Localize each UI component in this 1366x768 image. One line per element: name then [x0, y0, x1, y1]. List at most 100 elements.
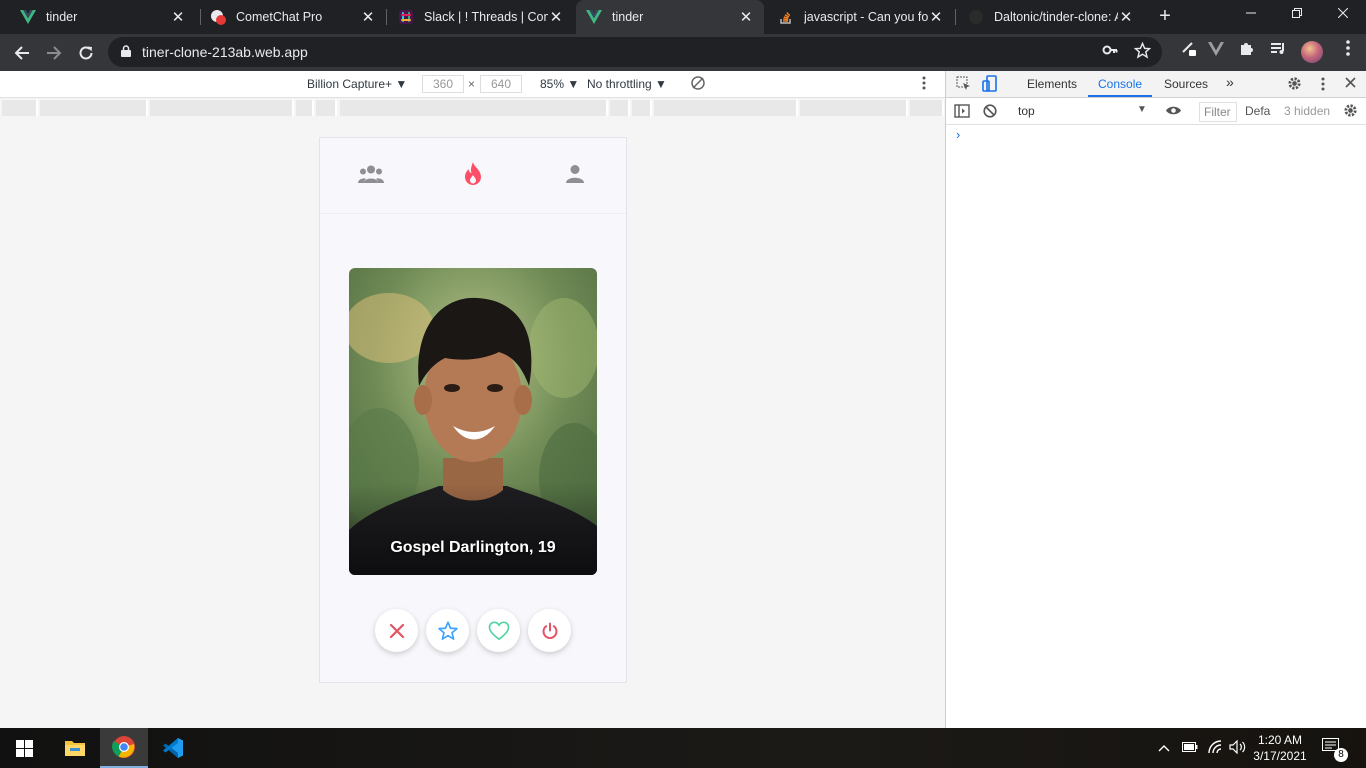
device-toolbar-icon[interactable] — [982, 75, 998, 96]
stackoverflow-icon — [778, 9, 794, 25]
tab-elements[interactable]: Elements — [1027, 77, 1077, 91]
restore-window-button[interactable] — [1274, 0, 1320, 30]
profile-icon[interactable] — [561, 160, 589, 188]
close-tab-icon[interactable]: ✕ — [360, 8, 376, 26]
extension-icon[interactable] — [1176, 40, 1200, 64]
sidebar-toggle-icon[interactable] — [954, 104, 970, 121]
zoom-value: 85% — [540, 77, 565, 91]
device-toolbar-menu-icon[interactable] — [922, 76, 926, 93]
viewport-height-input[interactable]: 640 — [480, 75, 522, 93]
viewport-width-input[interactable]: 360 — [422, 75, 464, 93]
emulated-device-screen: Gospel Darlington, 19 — [319, 137, 627, 683]
forward-button[interactable] — [40, 39, 68, 67]
close-tab-icon[interactable]: ✕ — [548, 8, 564, 26]
show-hidden-icons-icon[interactable] — [1158, 740, 1170, 755]
address-bar[interactable]: tiner-clone-213ab.web.app — [108, 37, 1162, 67]
page-viewport: Billion Capture+ ▼ 360 × 640 85% ▼ No th… — [0, 71, 945, 728]
clock-time: 1:20 AM — [1257, 733, 1303, 747]
throttling-select[interactable]: No throttling ▼ — [587, 77, 667, 91]
slack-icon — [398, 9, 414, 25]
system-clock[interactable]: 1:20 AM 3/17/2021 — [1248, 732, 1312, 764]
url-text: tiner-clone-213ab.web.app — [142, 44, 308, 60]
clock-date: 3/17/2021 — [1253, 749, 1307, 763]
rotate-icon[interactable] — [690, 75, 706, 94]
lock-icon — [121, 45, 131, 57]
tab-title: javascript - Can you for — [804, 10, 928, 24]
app-header — [320, 138, 626, 214]
tab-console[interactable]: Console — [1098, 77, 1142, 91]
browser-tab[interactable]: Daltonic/tinder-clone: A ✕ — [958, 0, 1144, 34]
context-dropdown-icon[interactable]: ▼ — [1137, 104, 1147, 115]
clear-console-icon[interactable] — [983, 104, 997, 121]
more-tabs-icon[interactable]: » — [1226, 74, 1234, 90]
tab-title: Daltonic/tinder-clone: A — [994, 10, 1118, 24]
tab-sources[interactable]: Sources — [1164, 77, 1208, 91]
log-levels-select[interactable]: Defa — [1245, 104, 1270, 118]
console-prompt[interactable]: › — [956, 127, 960, 142]
profile-name: Gospel Darlington, 19 — [390, 539, 556, 556]
profile-card[interactable]: Gospel Darlington, 19 — [349, 268, 597, 575]
close-devtools-icon[interactable] — [1345, 77, 1356, 91]
browser-tab[interactable]: javascript - Can you for ✕ — [768, 0, 954, 34]
wifi-icon[interactable] — [1207, 740, 1223, 757]
console-settings-gear-icon[interactable] — [1343, 103, 1358, 121]
close-window-button[interactable] — [1320, 0, 1366, 30]
like-button[interactable] — [477, 609, 520, 652]
close-icon — [389, 623, 404, 638]
windows-start-icon[interactable] — [0, 728, 48, 768]
media-playlist-icon[interactable] — [1266, 40, 1290, 64]
github-icon — [968, 9, 984, 25]
browser-tab[interactable]: tinder ✕ — [10, 0, 196, 34]
chrome-menu-icon[interactable] — [1336, 40, 1360, 64]
file-explorer-icon[interactable] — [51, 728, 99, 768]
active-tab-indicator — [1088, 95, 1152, 97]
chrome-taskbar-icon[interactable] — [100, 728, 148, 768]
media-query-bar[interactable] — [0, 100, 945, 116]
star-icon — [437, 620, 458, 640]
close-tab-icon[interactable]: ✕ — [928, 8, 944, 26]
minimize-window-button[interactable] — [1228, 0, 1274, 30]
new-tab-button[interactable]: + — [1153, 5, 1177, 29]
browser-tab[interactable]: CometChat Pro ✕ — [200, 0, 386, 34]
context-select[interactable]: top — [1018, 104, 1035, 118]
browser-tab[interactable]: Slack | ! Threads | Come ✕ — [388, 0, 574, 34]
device-name: Billion Capture+ — [307, 77, 393, 91]
battery-icon[interactable] — [1182, 740, 1198, 755]
tab-separator — [386, 9, 387, 25]
key-icon[interactable] — [1102, 42, 1118, 62]
super-like-button[interactable] — [426, 609, 469, 652]
star-icon[interactable] — [1133, 41, 1152, 63]
matches-icon[interactable] — [357, 160, 385, 188]
nope-button[interactable] — [375, 609, 418, 652]
eye-icon[interactable] — [1165, 105, 1182, 119]
devtools-tab-bar: Elements Console Sources » — [946, 71, 1366, 98]
extensions-puzzle-icon[interactable] — [1235, 40, 1259, 64]
logout-button[interactable] — [528, 609, 571, 652]
back-button[interactable] — [8, 39, 36, 67]
throttling-value: No throttling — [587, 77, 652, 91]
close-tab-icon[interactable]: ✕ — [738, 8, 754, 26]
zoom-select[interactable]: 85% ▼ — [540, 77, 579, 91]
tab-title: CometChat Pro — [236, 10, 323, 24]
device-select[interactable]: Billion Capture+ ▼ — [307, 77, 407, 91]
browser-tab-active[interactable]: tinder ✕ — [576, 0, 764, 34]
devtools-panel: Elements Console Sources » top ▼ Filter … — [945, 71, 1366, 728]
vscode-icon[interactable] — [149, 728, 197, 768]
console-filter-input[interactable]: Filter — [1199, 102, 1237, 122]
close-tab-icon[interactable]: ✕ — [170, 8, 186, 26]
inspect-element-icon[interactable] — [956, 76, 971, 94]
close-tab-icon[interactable]: ✕ — [1118, 8, 1134, 26]
vue-devtools-icon[interactable] — [1204, 40, 1228, 64]
tinder-flame-icon[interactable] — [459, 160, 487, 188]
tab-separator — [955, 9, 956, 25]
settings-gear-icon[interactable] — [1287, 76, 1302, 94]
tab-title: Slack | ! Threads | Come — [424, 10, 548, 24]
volume-icon[interactable] — [1229, 739, 1246, 757]
console-toolbar: top ▼ Filter Defa 3 hidden — [946, 98, 1366, 125]
devtools-menu-icon[interactable] — [1321, 77, 1325, 94]
browser-toolbar: tiner-clone-213ab.web.app — [0, 34, 1366, 71]
dimension-times: × — [468, 77, 476, 91]
profile-photo — [349, 268, 597, 575]
reload-button[interactable] — [72, 39, 100, 67]
profile-avatar[interactable] — [1301, 41, 1323, 63]
